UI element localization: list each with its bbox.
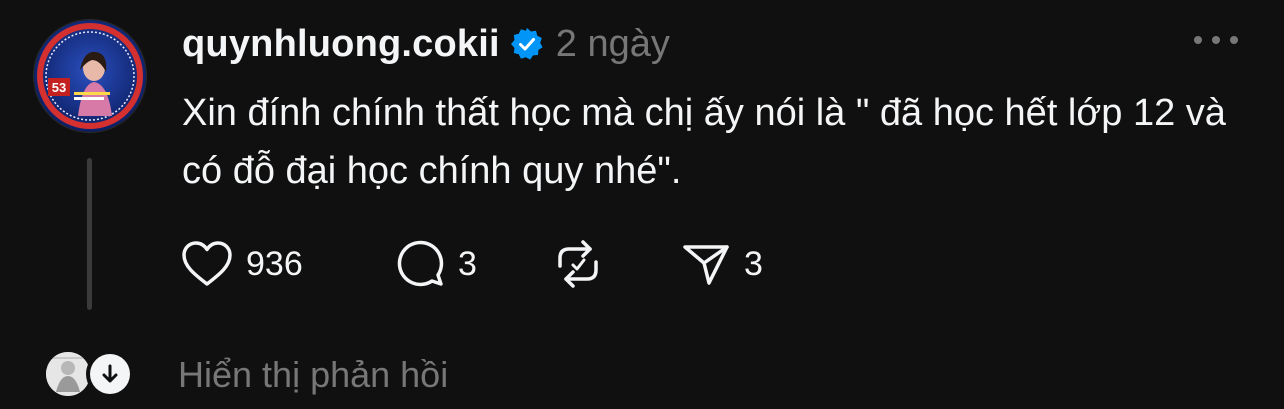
arrow-down-icon (90, 354, 130, 394)
repost-icon (558, 240, 598, 288)
post-text: Xin đính chính thất học mà chị ấy nói là… (182, 92, 1226, 192)
reply-avatar-image (46, 352, 90, 396)
show-replies-label[interactable]: Hiển thị phản hồi (178, 354, 448, 396)
comment-count: 3 (458, 244, 477, 283)
repost-button[interactable] (552, 238, 616, 290)
reply-avatar (46, 352, 90, 396)
post-header: quynhluong.cokii 2 ngày (182, 20, 670, 68)
more-options-icon[interactable] (1194, 28, 1238, 52)
heart-icon (182, 241, 232, 286)
comment-icon (397, 240, 444, 287)
user-avatar[interactable]: 53 (34, 20, 146, 132)
dot (1194, 36, 1202, 44)
share-count: 3 (744, 244, 763, 283)
expand-replies-button[interactable] (86, 350, 134, 398)
thread-line (87, 158, 92, 310)
post-timestamp: 2 ngày (555, 22, 670, 65)
dot (1212, 36, 1220, 44)
verified-badge-icon (510, 28, 543, 60)
like-count: 936 (246, 244, 303, 283)
like-button[interactable]: 936 (180, 238, 303, 290)
avatar-image: 53 (34, 20, 146, 132)
username[interactable]: quynhluong.cokii (182, 23, 500, 66)
share-icon (683, 245, 729, 285)
share-button[interactable]: 3 (680, 238, 763, 290)
avatar-badge-number: 53 (52, 80, 66, 95)
comment-button[interactable]: 3 (394, 238, 477, 290)
dot (1230, 36, 1238, 44)
